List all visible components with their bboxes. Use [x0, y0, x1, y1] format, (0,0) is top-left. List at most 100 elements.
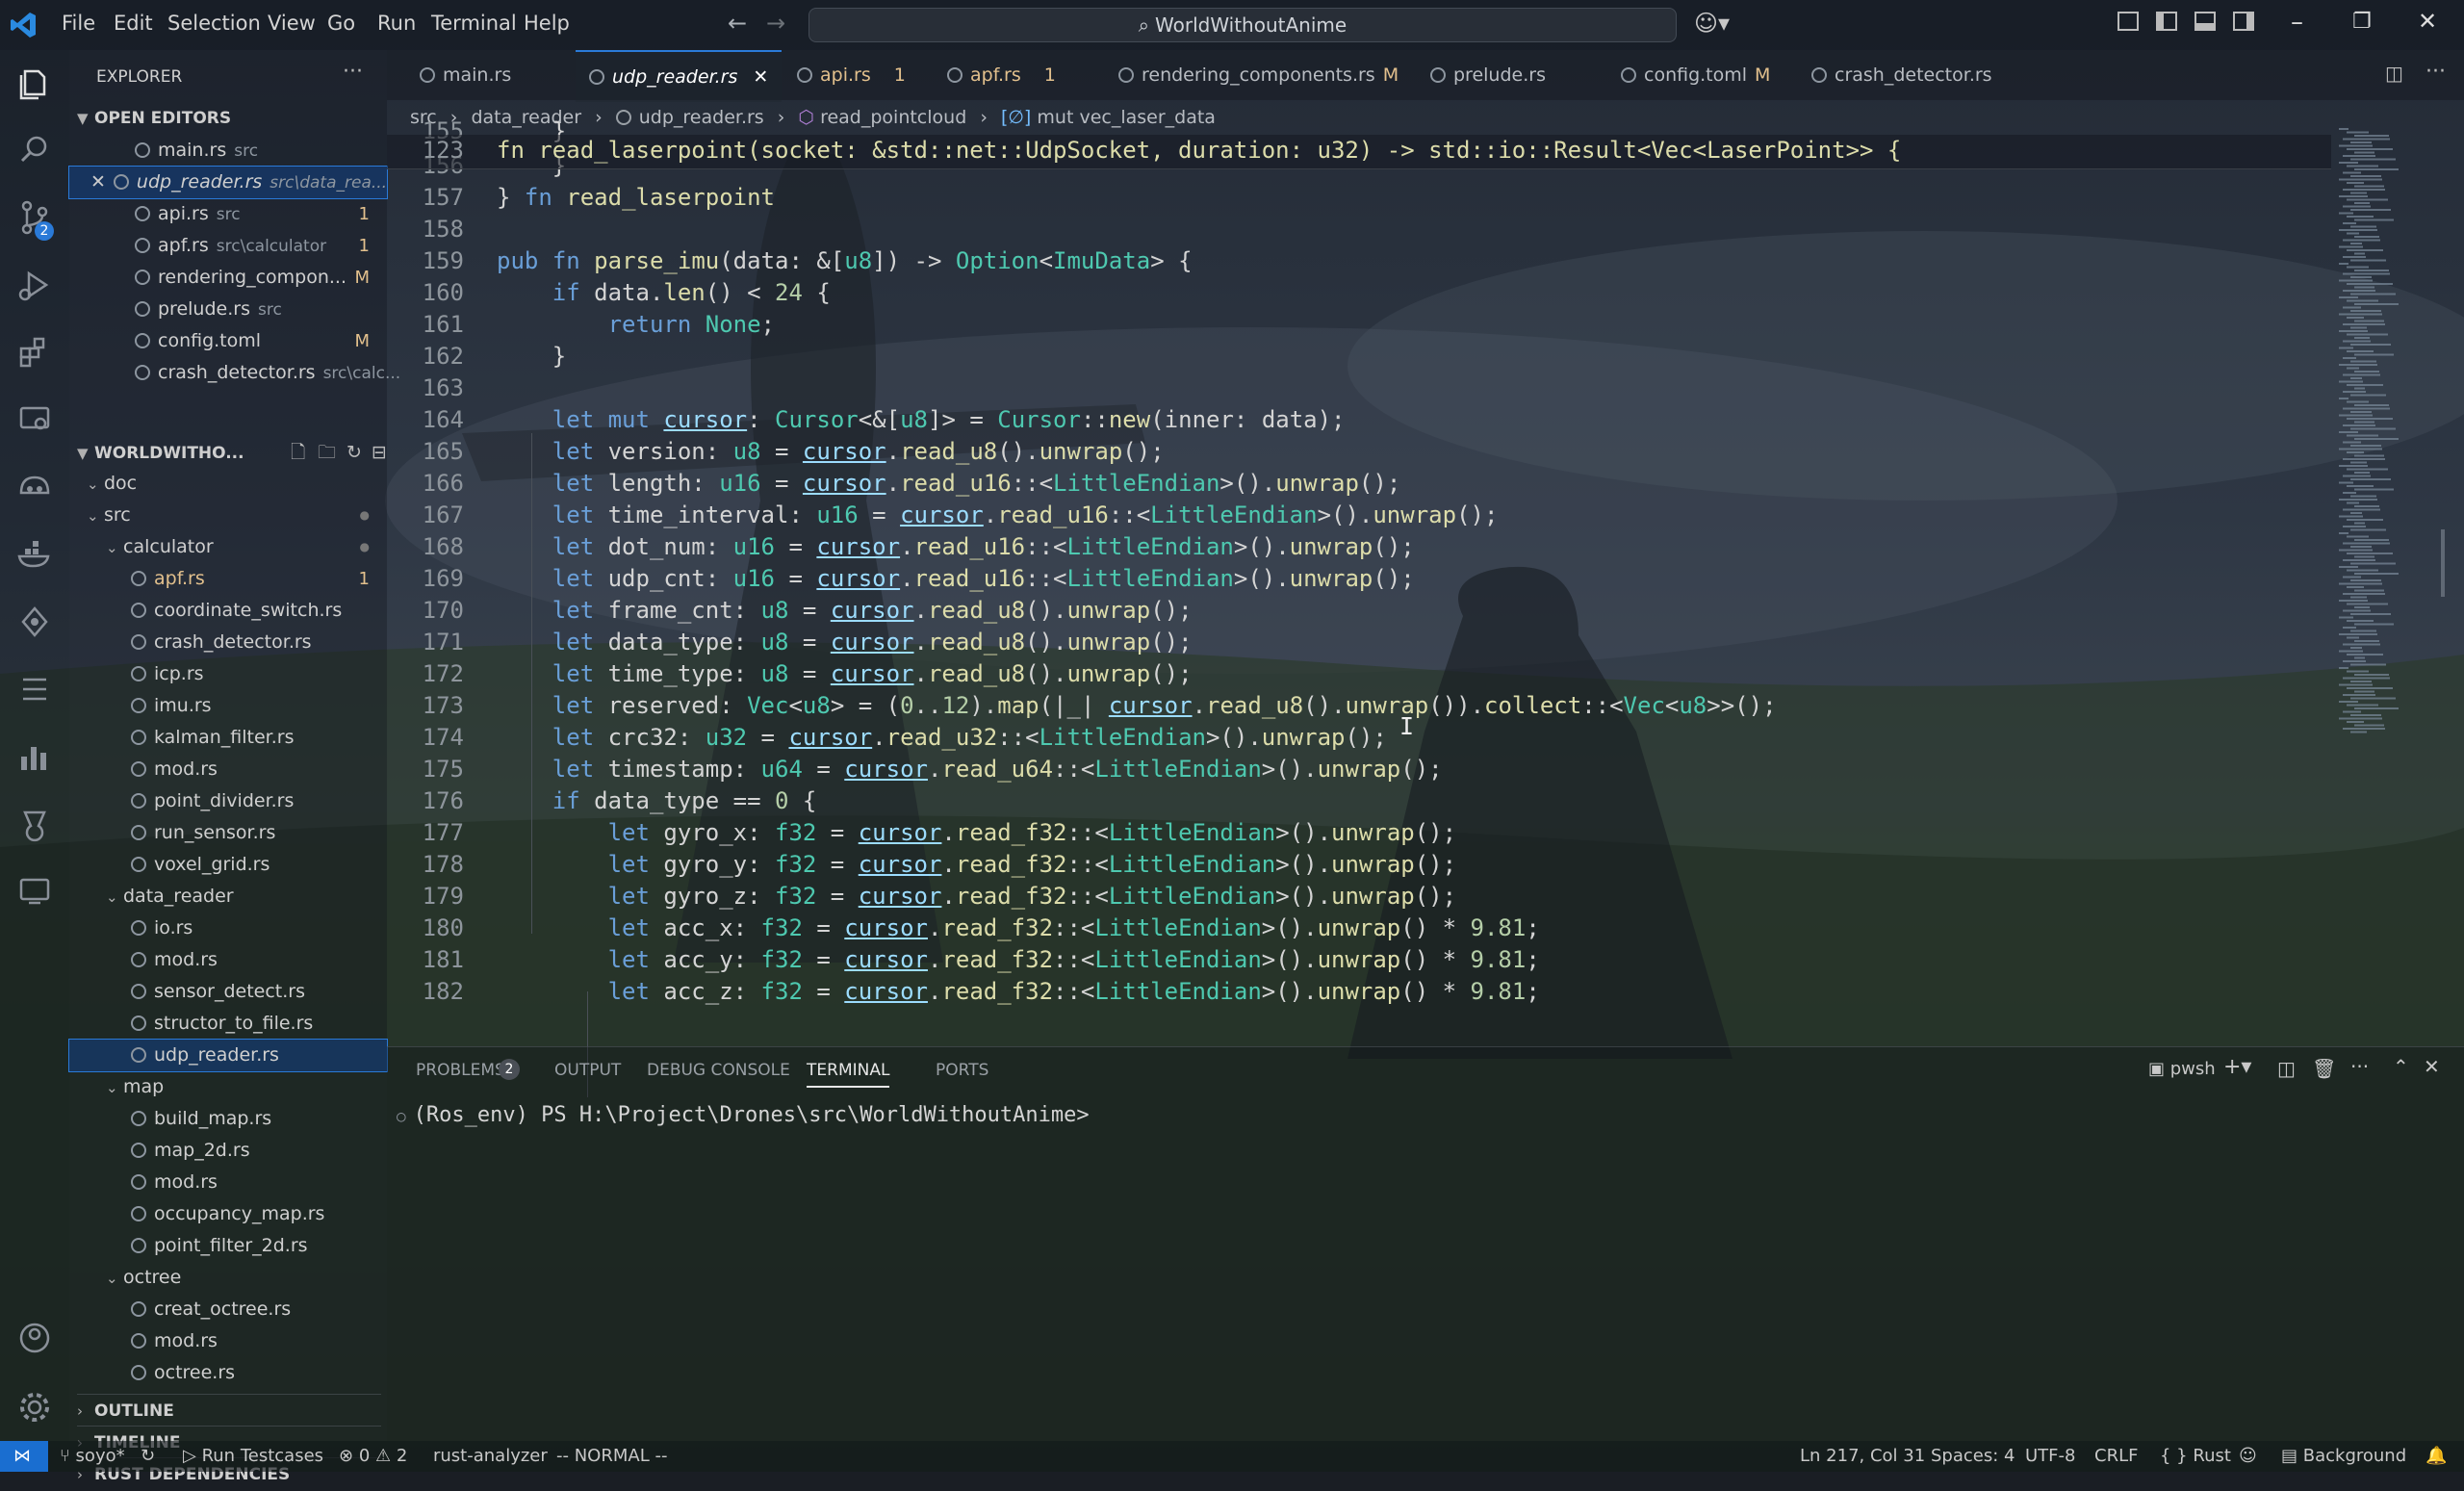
new-terminal-icon[interactable]: +▾ — [2223, 1055, 2251, 1079]
restore-icon[interactable]: ❐ — [2352, 10, 2372, 34]
file-item[interactable]: coordinate_switch.rs — [69, 595, 387, 627]
tab-prelude-rs[interactable]: prelude.rs — [1417, 50, 1559, 100]
remote-indicator[interactable]: ⋈ — [0, 1441, 48, 1472]
menu-edit[interactable]: Edit — [114, 12, 153, 35]
open-editor-item[interactable]: config.toml M — [69, 325, 387, 357]
language-mode[interactable]: { } Rust — [2160, 1441, 2231, 1472]
close-window-icon[interactable]: ✕ — [2418, 8, 2437, 35]
close-tab-icon[interactable]: ✕ — [753, 66, 768, 88]
open-editor-item[interactable]: crash_detector.rs src\calc... — [69, 357, 400, 389]
minimize-icon[interactable]: – — [2291, 8, 2303, 37]
chart-icon[interactable] — [15, 737, 54, 776]
timeline-icon[interactable] — [15, 603, 54, 641]
back-arrow-icon[interactable]: ← — [728, 10, 747, 37]
remote-explorer-icon[interactable] — [15, 400, 54, 439]
search-icon[interactable] — [15, 131, 54, 169]
open-editor-item[interactable]: rendering_compon... M — [69, 262, 387, 294]
file-item[interactable]: build_map.rs — [69, 1103, 387, 1135]
file-item[interactable]: mod.rs — [69, 754, 387, 785]
file-item[interactable]: run_sensor.rs — [69, 817, 387, 849]
tab-udp-reader-rs[interactable]: udp_reader.rs ✕ — [576, 50, 783, 102]
forward-arrow-icon[interactable]: → — [766, 10, 785, 37]
menu-go[interactable]: Go — [327, 12, 355, 35]
remote-window-icon[interactable] — [15, 872, 54, 911]
branch-indicator[interactable]: ⑂ soyo* — [60, 1441, 125, 1472]
refresh-icon[interactable]: ↻ — [346, 437, 362, 469]
more-actions-icon[interactable]: ··· — [2350, 1055, 2369, 1078]
tab-config-toml[interactable]: config.toml M — [1607, 50, 1784, 100]
command-center-search[interactable]: ⌕ WorldWithoutAnime — [808, 8, 1677, 42]
docker-icon[interactable] — [15, 535, 54, 574]
folder-item[interactable]: ⌄ src ● — [69, 500, 387, 531]
file-item[interactable]: map_2d.rs — [69, 1135, 387, 1167]
encoding[interactable]: UTF-8 — [2025, 1441, 2075, 1472]
tab-crash-detector-rs[interactable]: crash_detector.rs — [1798, 50, 2006, 100]
new-file-icon[interactable]: 🗋 — [291, 437, 305, 469]
file-item[interactable]: creat_octree.rs — [69, 1294, 387, 1325]
section-outline[interactable]: › OUTLINE — [77, 1394, 381, 1427]
copilot-icon[interactable]: ☺▾ — [1694, 10, 1730, 37]
new-folder-icon[interactable]: 🗀 — [318, 437, 336, 469]
open-editor-item[interactable]: prelude.rs src — [69, 294, 387, 325]
folder-item[interactable]: ⌄ data_reader — [69, 881, 387, 913]
customize-layout-icon[interactable] — [2118, 12, 2139, 31]
tab-main-rs[interactable]: main.rs — [406, 50, 525, 100]
tab-debug-console[interactable]: DEBUG CONSOLE — [647, 1061, 790, 1080]
menu-help[interactable]: Help — [524, 12, 570, 35]
run-debug-icon[interactable] — [15, 266, 54, 304]
tab-apf-rs[interactable]: apf.rs 1 — [934, 50, 1069, 100]
split-terminal-icon[interactable]: ◫ — [2277, 1057, 2296, 1080]
file-item[interactable]: imu.rs — [69, 690, 387, 722]
workspace-header[interactable]: ▼ WORLDWITHO... 🗋 🗀 ↻ ⊟ — [77, 437, 387, 469]
maximize-panel-icon[interactable]: ⌃ — [2393, 1055, 2409, 1078]
open-editor-item[interactable]: apf.rs src\calculator 1 — [69, 230, 387, 262]
indentation[interactable]: Spaces: 4 — [1931, 1441, 2015, 1472]
close-icon[interactable]: ✕ — [90, 171, 106, 193]
sticky-scroll-header[interactable]: 123 fn read_laserpoint(socket: &std::net… — [387, 135, 2331, 169]
menu-file[interactable]: File — [62, 12, 95, 35]
list-icon[interactable] — [15, 670, 54, 708]
toggle-panel-icon[interactable] — [2194, 12, 2216, 31]
file-item[interactable]: point_filter_2d.rs — [69, 1230, 387, 1262]
open-editor-item[interactable]: ✕ udp_reader.rs src\data_rea... — [68, 166, 388, 199]
open-editor-item[interactable]: main.rs src — [69, 135, 387, 167]
file-item[interactable]: udp_reader.rs — [68, 1039, 388, 1072]
open-editor-item[interactable]: api.rs src 1 — [69, 198, 387, 230]
open-editors-header[interactable]: ▼ OPEN EDITORS — [77, 102, 381, 134]
cursor-position[interactable]: Ln 217, Col 31 — [1800, 1441, 1925, 1472]
menu-view[interactable]: View — [268, 12, 316, 35]
folder-item[interactable]: ⌄ map — [69, 1071, 387, 1103]
file-item[interactable]: io.rs — [69, 913, 387, 944]
file-item[interactable]: crash_detector.rs — [69, 627, 387, 658]
file-item[interactable]: voxel_grid.rs — [69, 849, 387, 881]
breadcrumb-variable[interactable]: mut vec_laser_data — [1037, 107, 1216, 128]
extensions-icon[interactable] — [15, 333, 54, 372]
tab-problems[interactable]: PROBLEMS — [416, 1061, 505, 1080]
problems-indicator[interactable]: ⊗ 0 ⚠ 2 — [339, 1441, 407, 1472]
file-item[interactable]: apf.rs 1 — [69, 563, 387, 595]
code-editor[interactable]: 155 }156 }157} fn read_laserpoint158159p… — [387, 117, 2464, 1097]
toggle-secondary-sidebar-icon[interactable] — [2233, 12, 2254, 31]
terminal-output[interactable]: ○ (Ros_env) PS H:\Project\Drones\src\Worl… — [397, 1103, 1090, 1127]
file-item[interactable]: icp.rs — [69, 658, 387, 690]
file-item[interactable]: sensor_detect.rs — [69, 976, 387, 1008]
account-icon[interactable] — [15, 1319, 54, 1357]
sync-icon[interactable]: ↻ — [141, 1441, 155, 1472]
gear-icon[interactable] — [15, 1388, 54, 1427]
tab-rendering-components-rs[interactable]: rendering_components.rs M — [1105, 50, 1412, 100]
terminal-shell-selector[interactable]: ▣ pwsh — [2148, 1059, 2216, 1079]
file-item[interactable]: octree.rs — [69, 1357, 387, 1389]
notifications-bell-icon[interactable]: 🔔 — [2426, 1441, 2447, 1472]
collapse-all-icon[interactable]: ⊟ — [372, 437, 387, 469]
explorer-icon[interactable] — [15, 64, 54, 102]
close-panel-icon[interactable]: ✕ — [2424, 1055, 2440, 1078]
breadcrumb-file[interactable]: udp_reader.rs — [639, 107, 764, 128]
trash-icon[interactable]: 🗑 — [2312, 1057, 2336, 1080]
copilot-status-icon[interactable]: ☺ — [2239, 1441, 2257, 1472]
breadcrumb-function[interactable]: read_pointcloud — [820, 107, 966, 128]
file-item[interactable]: occupancy_map.rs — [69, 1198, 387, 1230]
file-item[interactable]: mod.rs — [69, 944, 387, 976]
testing-icon[interactable] — [15, 805, 54, 843]
menu-run[interactable]: Run — [377, 12, 416, 35]
tab-ports[interactable]: PORTS — [936, 1061, 988, 1080]
